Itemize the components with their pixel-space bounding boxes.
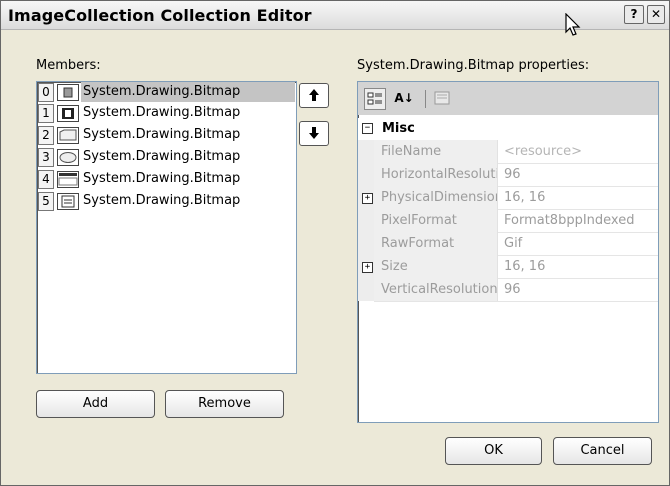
list-item[interactable]: 4 System.Drawing.Bitmap: [37, 169, 296, 189]
item-name: System.Drawing.Bitmap: [83, 149, 241, 164]
property-grid-toolbar: A↓: [358, 82, 658, 115]
collapse-icon[interactable]: −: [362, 123, 373, 134]
item-index: 4: [38, 170, 54, 189]
item-index: 1: [38, 104, 54, 123]
item-index: 0: [38, 83, 54, 102]
bitmap-thumbnail-icon: [57, 127, 79, 144]
property-row[interactable]: VerticalResolution 96: [374, 278, 658, 302]
property-name: HorizontalResolution: [374, 163, 498, 186]
property-value: 16, 16: [504, 190, 546, 205]
bitmap-thumbnail-icon: [57, 171, 79, 188]
property-row[interactable]: PixelFormat Format8bppIndexed: [374, 209, 658, 233]
categorized-view-button[interactable]: [364, 88, 386, 110]
toolbar-separator: [425, 90, 426, 108]
property-value: 16, 16: [504, 259, 546, 274]
category-name: Misc: [382, 121, 415, 136]
property-value: 96: [504, 282, 521, 297]
properties-label: System.Drawing.Bitmap properties:: [357, 58, 590, 73]
collection-editor-dialog: ImageCollection Collection Editor ? ✕ Me…: [0, 0, 670, 486]
property-pages-button[interactable]: [432, 88, 452, 108]
list-item[interactable]: 0 System.Drawing.Bitmap: [37, 82, 296, 102]
arrow-up-icon: [309, 89, 319, 101]
item-name: System.Drawing.Bitmap: [83, 105, 241, 120]
expand-icon[interactable]: +: [362, 193, 373, 204]
list-item[interactable]: 5 System.Drawing.Bitmap: [37, 191, 296, 211]
item-name: System.Drawing.Bitmap: [83, 127, 241, 142]
property-row[interactable]: RawFormat Gif: [374, 232, 658, 256]
members-list[interactable]: 0 System.Drawing.Bitmap 1 System.Drawing…: [36, 81, 297, 374]
list-item[interactable]: 3 System.Drawing.Bitmap: [37, 147, 296, 167]
category-misc[interactable]: − Misc: [358, 118, 658, 140]
window-title: ImageCollection Collection Editor: [8, 6, 312, 25]
expand-icon[interactable]: +: [362, 262, 373, 273]
mouse-cursor-icon: [565, 12, 581, 41]
cancel-button[interactable]: Cancel: [553, 437, 652, 465]
property-pages-icon: [434, 91, 450, 105]
bitmap-thumbnail-icon: [57, 84, 79, 101]
categorized-icon: [367, 92, 382, 105]
property-row[interactable]: PhysicalDimension 16, 16: [374, 186, 658, 210]
alphabetical-view-button[interactable]: A↓: [394, 88, 414, 108]
bitmap-thumbnail-icon: [57, 193, 79, 210]
grid-margin: [358, 140, 374, 301]
property-grid[interactable]: A↓ − Misc FileName <resource> Horizontal…: [357, 81, 659, 423]
item-name: System.Drawing.Bitmap: [83, 84, 241, 99]
property-row[interactable]: FileName <resource>: [374, 140, 658, 164]
item-name: System.Drawing.Bitmap: [83, 171, 241, 186]
property-name: VerticalResolution: [374, 278, 498, 301]
property-value: <resource>: [504, 144, 583, 159]
close-button[interactable]: ✕: [647, 5, 665, 24]
property-name: PixelFormat: [374, 209, 498, 232]
move-down-button[interactable]: [299, 121, 329, 146]
help-button[interactable]: ?: [624, 5, 644, 24]
item-name: System.Drawing.Bitmap: [83, 193, 241, 208]
property-name: PhysicalDimension: [374, 186, 498, 209]
property-row[interactable]: HorizontalResolution 96: [374, 163, 658, 187]
ok-button[interactable]: OK: [445, 437, 542, 465]
item-index: 3: [38, 148, 54, 167]
arrow-down-icon: [309, 127, 319, 139]
property-name: Size: [374, 255, 498, 278]
list-item[interactable]: 1 System.Drawing.Bitmap: [37, 103, 296, 123]
bitmap-thumbnail-icon: [57, 105, 79, 122]
property-value: Gif: [504, 236, 523, 251]
property-value: 96: [504, 167, 521, 182]
remove-button[interactable]: Remove: [165, 390, 284, 418]
title-bar[interactable]: ImageCollection Collection Editor ? ✕: [1, 1, 669, 36]
property-value: Format8bppIndexed: [504, 213, 635, 228]
bitmap-thumbnail-icon: [57, 149, 79, 166]
members-label: Members:: [36, 58, 101, 73]
property-name: FileName: [374, 140, 498, 163]
move-up-button[interactable]: [299, 83, 329, 108]
list-item[interactable]: 2 System.Drawing.Bitmap: [37, 125, 296, 145]
item-index: 5: [38, 192, 54, 211]
item-index: 2: [38, 126, 54, 145]
property-name: RawFormat: [374, 232, 498, 255]
property-row[interactable]: Size 16, 16: [374, 255, 658, 279]
add-button[interactable]: Add: [36, 390, 155, 418]
